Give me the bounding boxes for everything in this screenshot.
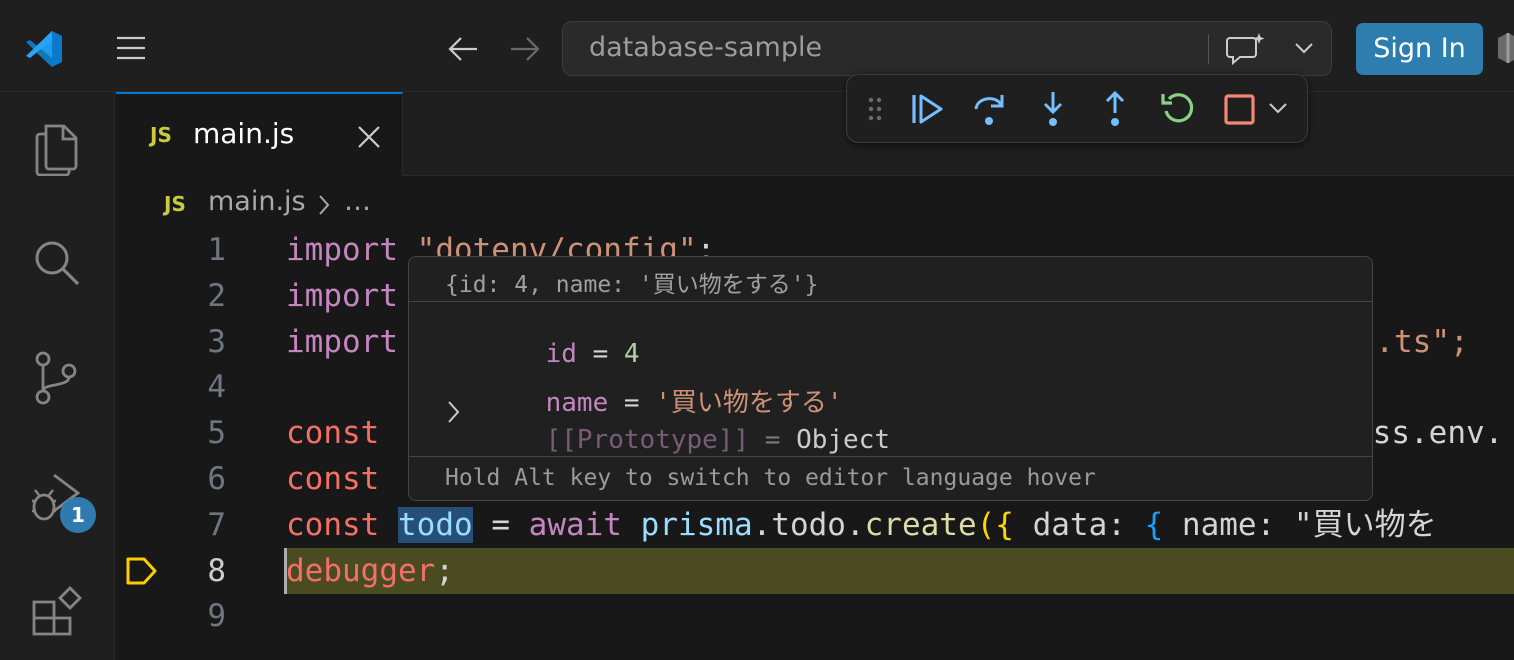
search-divider xyxy=(1208,34,1209,64)
step-over-icon[interactable] xyxy=(971,89,1007,129)
code-line-6[interactable]: const xyxy=(286,456,379,502)
copilot-icon[interactable] xyxy=(1494,30,1514,66)
line-number: 8 xyxy=(207,553,226,589)
search-icon[interactable] xyxy=(26,232,86,292)
line-number: 4 xyxy=(207,369,226,405)
debug-badge: 1 xyxy=(60,497,96,533)
sign-in-button[interactable]: Sign In xyxy=(1356,23,1483,75)
js-file-icon: JS xyxy=(164,192,186,216)
line-number: 7 xyxy=(207,507,226,543)
debug-toolbar xyxy=(846,74,1308,143)
chat-sparkle-icon[interactable] xyxy=(1225,32,1267,68)
line-number: 3 xyxy=(207,324,226,360)
hover-footer: Hold Alt key to switch to editor languag… xyxy=(445,465,1096,491)
restart-icon[interactable] xyxy=(1159,89,1197,129)
continue-icon[interactable] xyxy=(909,91,945,127)
line-number: 5 xyxy=(207,415,226,451)
chevron-down-icon[interactable] xyxy=(1293,40,1315,56)
extensions-icon[interactable] xyxy=(26,582,86,642)
hover-header: {id: 4, name: '買い物をする'} xyxy=(445,272,819,298)
vscode-logo-icon[interactable] xyxy=(22,28,64,70)
code-line-2[interactable]: import xyxy=(286,273,398,319)
menu-icon[interactable] xyxy=(115,35,147,61)
current-line-highlight xyxy=(284,548,1514,594)
debug-hover-widget[interactable]: {id: 4, name: '買い物をする'} id = 4 name = '買… xyxy=(408,256,1373,501)
line-number: 2 xyxy=(207,278,226,314)
source-control-icon[interactable] xyxy=(26,347,86,407)
code-line-5[interactable]: const xyxy=(286,410,379,456)
chevron-right-icon[interactable] xyxy=(445,399,463,425)
code-line-7[interactable]: const todo = await prisma.todo.create({ … xyxy=(286,502,1437,548)
code-line-8[interactable]: debugger; xyxy=(286,548,454,594)
activity-bar: 1 xyxy=(0,92,115,660)
close-icon[interactable] xyxy=(356,124,382,150)
line-number: 1 xyxy=(207,232,226,268)
sign-in-label: Sign In xyxy=(1373,33,1466,64)
code-line-5-tail: ess.env. xyxy=(1354,415,1504,451)
drag-handle-icon[interactable] xyxy=(865,95,885,123)
command-center-search[interactable]: database-sample xyxy=(562,21,1332,76)
back-arrow-icon[interactable] xyxy=(446,34,480,64)
chevron-right-icon xyxy=(319,195,330,215)
hover-divider xyxy=(409,456,1372,457)
chevron-down-icon[interactable] xyxy=(1267,99,1289,117)
breadcrumb-rest[interactable]: … xyxy=(344,186,371,217)
line-number: 9 xyxy=(207,598,226,634)
step-out-icon[interactable] xyxy=(1097,89,1133,129)
code-line-3[interactable]: import xyxy=(286,319,398,365)
step-into-icon[interactable] xyxy=(1035,89,1071,129)
line-number: 6 xyxy=(207,461,226,497)
js-file-icon: JS xyxy=(150,123,172,147)
tab-label: main.js xyxy=(193,117,295,150)
stop-icon[interactable] xyxy=(1223,93,1257,127)
explorer-files-icon[interactable] xyxy=(26,116,86,176)
forward-arrow-icon[interactable] xyxy=(508,34,542,64)
search-text: database-sample xyxy=(589,32,823,63)
breadcrumb-file[interactable]: main.js xyxy=(208,186,306,217)
tab-main-js[interactable]: JS main.js xyxy=(116,92,403,176)
hover-divider xyxy=(409,301,1372,302)
